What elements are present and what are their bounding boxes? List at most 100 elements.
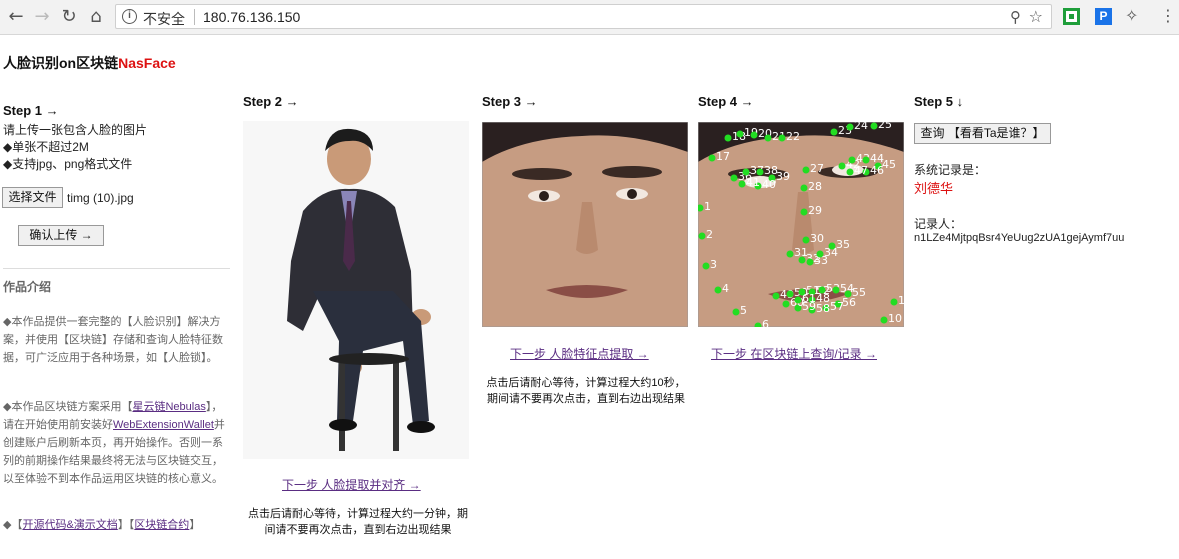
bookmark-star-icon[interactable]: ☆ xyxy=(1029,7,1043,26)
uploaded-photo xyxy=(243,121,469,459)
step4-next-link[interactable]: 下一步 在区块链上查询/记录 → xyxy=(711,345,877,362)
landmark-label: 29 xyxy=(808,204,822,217)
step2-note: 点击后请耐心等待，计算过程大约一分钟，期间请不要再次点击，直到右边出现结果 xyxy=(248,508,468,536)
browser-menu-icon[interactable]: ⋮ xyxy=(1160,6,1176,25)
landmark-face-image: 1819202122232425172728293031323334353637… xyxy=(698,122,904,327)
landmark-point xyxy=(756,168,764,176)
site-title: 人脸识别on区块链NasFace xyxy=(3,53,176,73)
landmark-label: 6 xyxy=(762,318,769,327)
landmark-label: 57 xyxy=(830,300,844,313)
home-icon[interactable]: ⌂ xyxy=(84,5,108,29)
landmark-label: 24 xyxy=(854,122,868,132)
query-button[interactable]: 查询 【看看Ta是谁？】 xyxy=(914,123,1051,144)
extension-sparkle-icon[interactable]: ✧ xyxy=(1125,6,1142,25)
landmark-point xyxy=(890,298,898,306)
landmark-point xyxy=(846,168,854,176)
forward-icon[interactable]: → xyxy=(30,5,54,29)
intro-p3-text-b: 】【 xyxy=(117,519,135,531)
landmark-point xyxy=(724,134,732,142)
address-bar[interactable]: i 不安全 180.76.136.150 ⚲ ☆ xyxy=(115,4,1052,29)
landmark-label: 2 xyxy=(706,228,713,241)
landmark-label: 22 xyxy=(786,130,800,143)
back-icon[interactable]: ← xyxy=(4,5,28,29)
landmark-point xyxy=(738,180,746,188)
site-brand: NasFace xyxy=(118,55,176,71)
step1-rule-size: ◆单张不超过2M xyxy=(3,140,89,154)
step3-heading: Step 3 → xyxy=(482,94,538,109)
nebulas-link[interactable]: 星云链Nebulas xyxy=(132,401,205,413)
landmark-point xyxy=(830,128,838,136)
landmark-point xyxy=(802,166,810,174)
landmark-point xyxy=(800,184,808,192)
selected-file-name: timg (10).jpg xyxy=(67,191,134,205)
landmark-label: 10 xyxy=(888,312,902,325)
reload-icon[interactable]: ↻ xyxy=(57,5,81,29)
url-text[interactable]: 180.76.136.150 xyxy=(203,9,300,25)
choose-file-button[interactable]: 选择文件 xyxy=(2,187,63,208)
webextensionwallet-link[interactable]: WebExtensionWallet xyxy=(113,419,214,431)
intro-paragraph-3: ◆【开源代码&演示文档】【区块链合约】 xyxy=(3,516,231,534)
landmark-label: 45 xyxy=(882,158,896,171)
step3-next-link[interactable]: 下一步 人脸特征点提取 → xyxy=(510,345,649,362)
landmark-point xyxy=(832,286,840,294)
landmark-label: 35 xyxy=(836,238,850,251)
landmark-point xyxy=(730,174,738,182)
landmark-point xyxy=(806,258,814,266)
recorder-label: 记录人： xyxy=(914,217,963,231)
intro-p3-text-c: 】 xyxy=(189,519,201,531)
landmark-label: 4 xyxy=(722,282,729,295)
browser-toolbar: ← → ↻ ⌂ i 不安全 180.76.136.150 ⚲ ☆ P ✧ ⋮ xyxy=(0,0,1179,35)
step4-heading: Step 4 → xyxy=(698,94,754,109)
landmark-label: 39 xyxy=(776,170,790,183)
intro-heading: 作品介绍 xyxy=(3,280,52,294)
landmark-point xyxy=(750,131,758,139)
landmark-label: 17 xyxy=(716,150,730,163)
landmark-label: 61 xyxy=(802,292,816,305)
recorder-id: n1LZe4MjtpqBsr4YeUug2zUA1gejAymf7uu xyxy=(914,232,1125,244)
step1-rule-format: ◆支持jpg、png格式文件 xyxy=(3,157,133,171)
landmark-label: 1 xyxy=(704,200,711,213)
info-icon[interactable]: i xyxy=(122,9,137,24)
landmark-point xyxy=(736,130,744,138)
landmark-label: 5 xyxy=(740,304,747,317)
aligned-face-image xyxy=(482,122,688,327)
landmark-point xyxy=(782,300,790,308)
result-name: 刘德华 xyxy=(914,181,954,196)
landmark-point xyxy=(794,296,802,304)
landmark-point xyxy=(816,250,824,258)
landmark-point xyxy=(698,232,706,240)
step3-note: 点击后请耐心等待，计算过程大约10秒，期间请不要再次点击，直到右边出现结果 xyxy=(486,377,686,405)
landmark-label: 46 xyxy=(870,164,884,177)
step2-heading: Step 2 → xyxy=(243,94,299,109)
landmark-label: 30 xyxy=(810,232,824,245)
confirm-upload-button[interactable]: 确认上传 → xyxy=(18,225,104,246)
landmark-point xyxy=(772,292,780,300)
landmark-point xyxy=(702,262,710,270)
insecure-label: 不安全 xyxy=(143,11,185,27)
intro-p3-text-a: ◆【 xyxy=(3,519,23,531)
omnibox-divider xyxy=(194,9,195,25)
landmark-point xyxy=(786,250,794,258)
landmark-label: 16 xyxy=(898,294,904,307)
intro-paragraph-1: ◆本作品提供一套完整的【人脸识别】解决方案，并使用【区块链】存储和查询人脸特征数… xyxy=(3,316,223,364)
zoom-icon[interactable]: ⚲ xyxy=(1010,8,1021,26)
landmark-point xyxy=(818,286,826,294)
source-code-link[interactable]: 开源代码&演示文档 xyxy=(22,519,117,531)
landmark-point xyxy=(732,308,740,316)
landmark-point xyxy=(764,134,772,142)
landmark-point xyxy=(862,156,870,164)
step2-next-link[interactable]: 下一步 人脸提取并对齐 → xyxy=(282,476,421,493)
landmark-label: 25 xyxy=(878,122,892,131)
landmark-label: 41 xyxy=(746,176,760,189)
landmark-label: 56 xyxy=(842,296,856,309)
landmark-point xyxy=(798,256,806,264)
landmark-point xyxy=(846,123,854,131)
contract-link[interactable]: 区块链合约 xyxy=(134,519,189,531)
step1-heading: Step 1 → xyxy=(3,103,59,118)
extension-green-icon[interactable] xyxy=(1063,8,1080,25)
step5-heading: Step 5 ↓ xyxy=(914,94,964,109)
landmark-point xyxy=(880,316,888,324)
extension-p-icon[interactable]: P xyxy=(1095,8,1112,25)
landmark-label: 28 xyxy=(808,180,822,193)
landmark-point xyxy=(870,122,878,130)
